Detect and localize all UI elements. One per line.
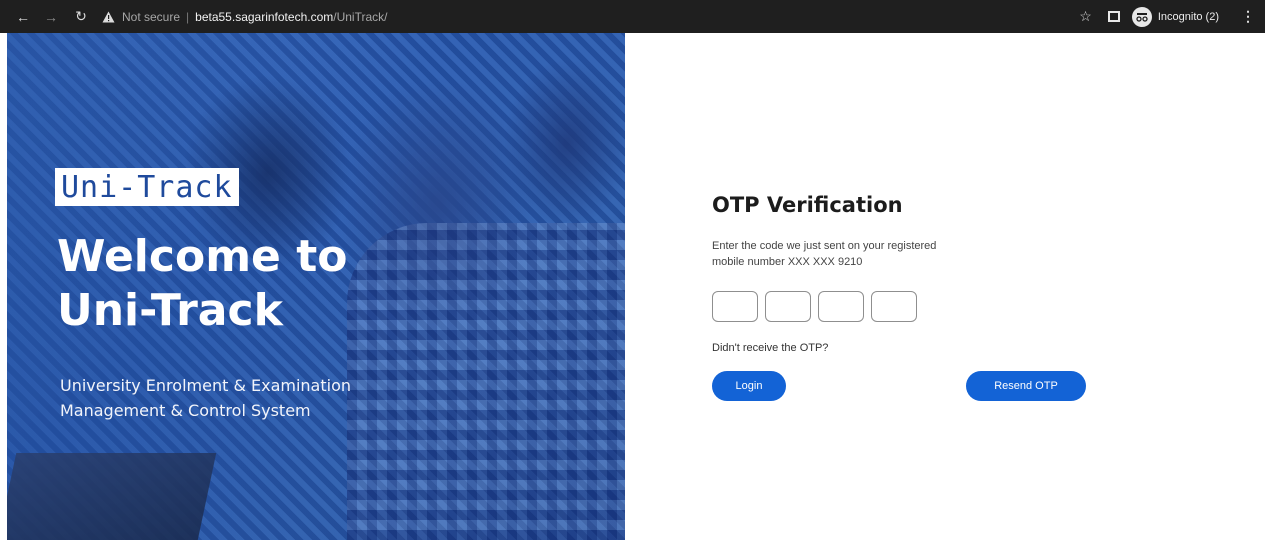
hero-title-line1: Welcome to	[57, 231, 348, 282]
reload-icon[interactable]: ↻	[70, 6, 92, 28]
otp-digit-4[interactable]	[871, 291, 917, 322]
brand-logo-text: Uni-Track	[61, 169, 233, 205]
otp-digit-3[interactable]	[818, 291, 864, 322]
incognito-icon[interactable]	[1131, 6, 1152, 27]
login-button[interactable]: Login	[712, 371, 786, 401]
hero-subtitle: University Enrolment & Examination Manag…	[60, 373, 620, 423]
hero-subtitle-line2: Management & Control System	[60, 401, 311, 420]
security-label: Not secure	[122, 9, 181, 24]
incognito-label[interactable]: Incognito (2)	[1158, 11, 1219, 23]
hero-title-line2: Uni-Track	[57, 285, 283, 336]
url-host: beta55.sagarinfotech.com	[195, 9, 334, 24]
url-path: /UniTrack/	[333, 9, 388, 24]
otp-input-group	[712, 291, 917, 322]
otp-description-line2: mobile number XXX XXX 9210	[712, 256, 863, 268]
otp-description: Enter the code we just sent on your regi…	[712, 238, 1042, 270]
otp-digit-1[interactable]	[712, 291, 758, 322]
tab-search-icon[interactable]	[1107, 11, 1120, 22]
otp-help-text: Didn't receive the OTP?	[712, 342, 829, 354]
hero-subtitle-line1: University Enrolment & Examination	[60, 376, 352, 395]
brand-logo: Uni-Track	[55, 168, 239, 206]
resend-otp-button[interactable]: Resend OTP	[966, 371, 1086, 401]
address-bar[interactable]: Not secure | beta55.sagarinfotech.com /U…	[102, 5, 387, 29]
address-separator: |	[186, 9, 190, 24]
hero-image-laptop	[7, 453, 217, 540]
forward-arrow-icon[interactable]: →	[40, 6, 62, 28]
warning-icon	[102, 10, 116, 24]
otp-digit-2[interactable]	[765, 291, 811, 322]
bookmark-star-icon[interactable]: ☆	[1079, 8, 1092, 25]
otp-description-line1: Enter the code we just sent on your regi…	[712, 240, 937, 252]
otp-title: OTP Verification	[712, 193, 903, 217]
hero-banner: Uni-Track Welcome to Uni-Track Universit…	[7, 33, 625, 540]
back-arrow-icon[interactable]: ←	[12, 6, 34, 28]
browser-toolbar-right: ☆ Incognito (2) ⋮	[1079, 0, 1255, 33]
browser-toolbar: ← → ↻ Not secure | beta55.sagarinfotech.…	[0, 0, 1265, 33]
hero-title: Welcome to Uni-Track	[57, 230, 557, 338]
kebab-menu-icon[interactable]: ⋮	[1241, 8, 1255, 25]
